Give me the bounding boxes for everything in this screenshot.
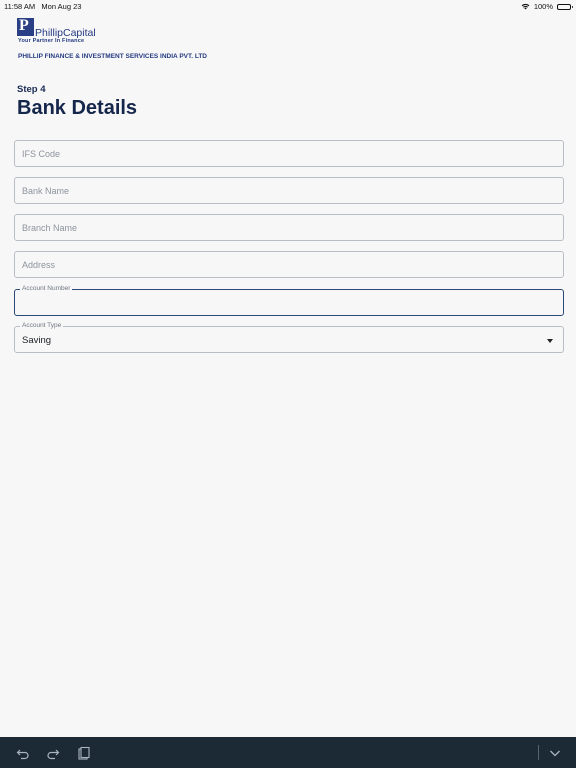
status-bar: 11:58 AM Mon Aug 23 100% bbox=[0, 0, 576, 12]
status-time-text: 11:58 AM bbox=[4, 2, 36, 11]
bank-name-placeholder: Bank Name bbox=[22, 186, 70, 196]
ifs-code-field[interactable]: IFS Code bbox=[14, 140, 564, 167]
branch-name-placeholder: Branch Name bbox=[22, 223, 78, 233]
address-field[interactable]: Address bbox=[14, 251, 564, 278]
bank-name-field[interactable]: Bank Name bbox=[14, 177, 564, 204]
battery-icon bbox=[557, 3, 573, 10]
redo-icon[interactable] bbox=[46, 746, 60, 760]
status-right: 100% bbox=[521, 2, 573, 11]
wifi-icon bbox=[521, 3, 530, 10]
keyboard-toolbar bbox=[0, 737, 576, 768]
status-date-text: Mon Aug 23 bbox=[41, 2, 82, 11]
dropdown-caret-icon bbox=[547, 339, 553, 343]
brand-tagline: Your Partner In Finance bbox=[18, 38, 85, 44]
account-type-value: Saving bbox=[22, 335, 52, 346]
page-title: Bank Details bbox=[17, 97, 138, 119]
logo-mark: P bbox=[17, 17, 34, 36]
account-number-field[interactable]: Account Number bbox=[14, 285, 564, 316]
status-time: 11:58 AM Mon Aug 23 bbox=[4, 2, 81, 11]
address-placeholder: Address bbox=[22, 260, 56, 270]
account-type-select[interactable]: Account Type Saving bbox=[14, 322, 564, 353]
ifs-code-placeholder: IFS Code bbox=[22, 149, 61, 159]
toolbar-divider bbox=[538, 745, 539, 760]
account-number-label: Account Number bbox=[20, 285, 73, 292]
step-label: Step 4 bbox=[17, 84, 46, 95]
chevron-down-icon[interactable] bbox=[548, 746, 562, 760]
account-type-label: Account Type bbox=[20, 322, 64, 329]
undo-icon[interactable] bbox=[16, 746, 30, 760]
battery-percent: 100% bbox=[533, 2, 553, 11]
clipboard-icon[interactable] bbox=[76, 746, 90, 760]
company-name: PHILLIP FINANCE & INVESTMENT SERVICES IN… bbox=[18, 53, 208, 60]
branch-name-field[interactable]: Branch Name bbox=[14, 214, 564, 241]
